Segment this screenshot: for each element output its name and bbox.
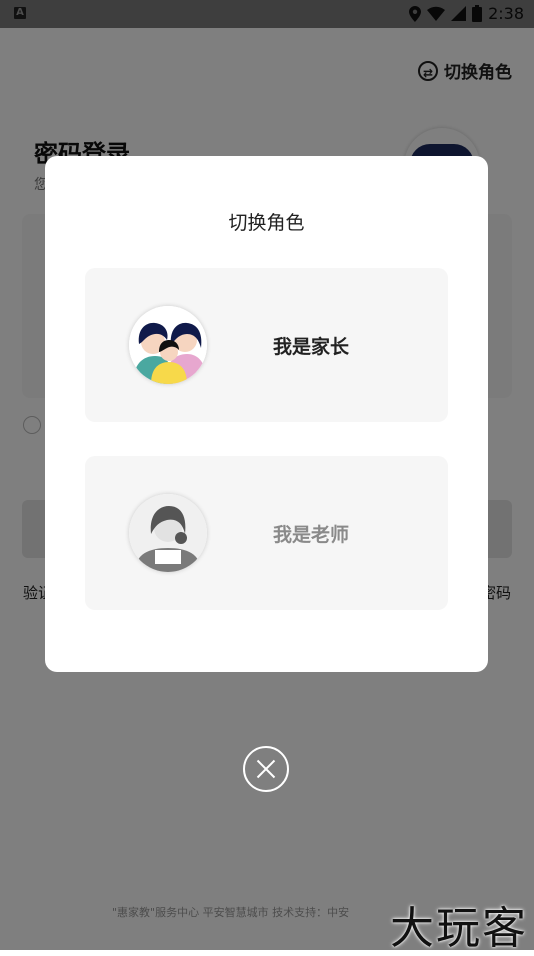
role-label-teacher: 我是老师 — [273, 524, 350, 546]
teacher-avatar-icon — [129, 494, 207, 572]
close-icon[interactable] — [243, 746, 289, 792]
switch-role-dialog: 切换角色 我是家长 我是老师 — [45, 156, 488, 672]
parent-avatar-icon — [129, 306, 207, 384]
dialog-title: 切换角色 — [228, 212, 305, 234]
role-card-parent[interactable]: 我是家长 — [85, 268, 448, 422]
watermark-logo: 大玩客 — [390, 903, 528, 954]
role-label-parent: 我是家长 — [273, 336, 350, 358]
role-card-teacher[interactable]: 我是老师 — [85, 456, 448, 610]
